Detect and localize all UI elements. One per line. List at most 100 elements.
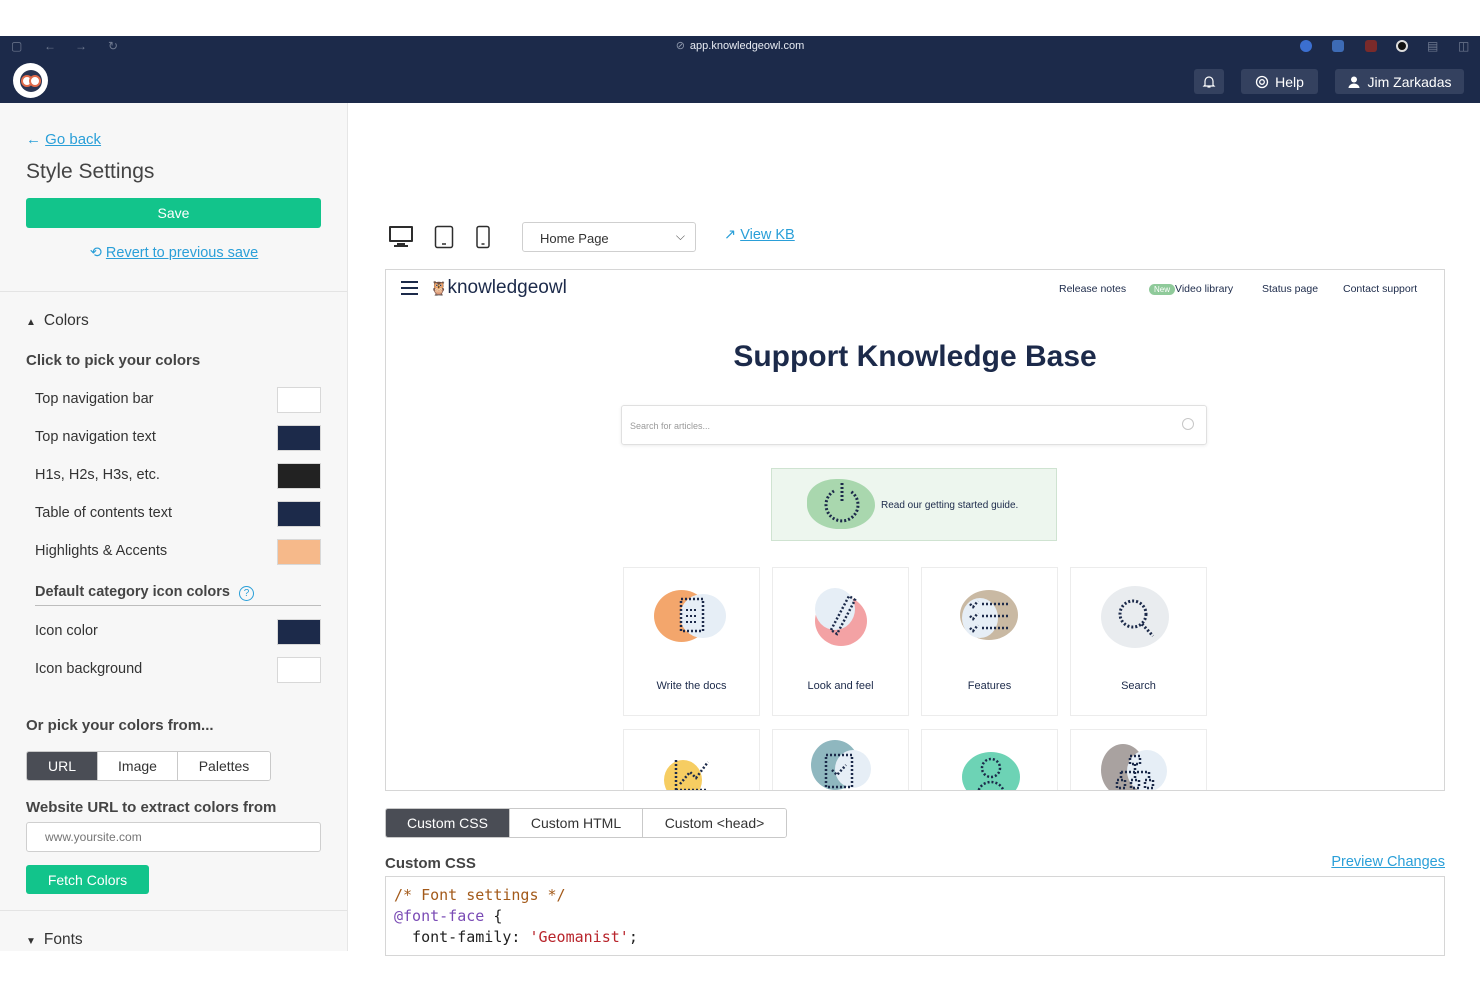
preview-changes-link[interactable]: Preview Changes xyxy=(1331,854,1445,870)
revert-link[interactable]: ⟲ Revert to previous save xyxy=(0,245,347,261)
tablet-icon[interactable] xyxy=(434,225,454,249)
color-row-top-nav-bar: Top navigation bar xyxy=(35,387,321,413)
chevron-down-icon: ⌵ xyxy=(675,229,685,243)
owl-logo-icon: 🦉 xyxy=(430,280,448,296)
external-link-icon: ↗ xyxy=(724,227,741,243)
url-label: Website URL to extract colors from xyxy=(26,799,277,816)
color-swatch[interactable] xyxy=(277,539,321,565)
tab-custom-head[interactable]: Custom <head> xyxy=(643,809,786,837)
code-token: @font-face xyxy=(394,907,485,925)
arrow-left-icon: ← xyxy=(26,131,46,148)
category-card[interactable] xyxy=(1070,729,1207,790)
color-swatch[interactable] xyxy=(277,619,321,645)
color-row-icon-background: Icon background xyxy=(35,657,321,683)
tabs-overview-icon[interactable]: ◫ xyxy=(1458,39,1469,53)
category-card[interactable] xyxy=(772,729,909,790)
tab-palettes[interactable]: Palettes xyxy=(178,752,270,780)
category-card[interactable] xyxy=(623,729,760,790)
user-menu-button[interactable]: Jim Zarkadas xyxy=(1335,69,1464,94)
color-source-tabs: URL Image Palettes xyxy=(26,751,271,781)
color-row-label: Highlights & Accents xyxy=(35,543,168,559)
category-card-look-feel[interactable]: Look and feel xyxy=(772,567,909,716)
color-swatch[interactable] xyxy=(277,425,321,451)
knowledgeowl-logo[interactable] xyxy=(13,63,48,98)
kb-nav-video-label: Video library xyxy=(1175,283,1234,295)
kb-nav-video-library[interactable]: New Video library xyxy=(1149,283,1233,295)
help-button[interactable]: Help xyxy=(1241,69,1318,94)
color-row-top-nav-text: Top navigation text xyxy=(35,425,321,451)
card-caption: Write the docs xyxy=(656,680,727,692)
code-token: ; xyxy=(628,928,638,946)
tab-custom-css[interactable]: Custom CSS xyxy=(386,809,510,837)
kb-nav-status-page[interactable]: Status page xyxy=(1262,283,1318,295)
owl-icon xyxy=(19,69,42,92)
checklist-icon xyxy=(969,600,1008,633)
view-kb-link[interactable]: ↗ View KB xyxy=(724,227,795,243)
color-swatch[interactable] xyxy=(277,387,321,413)
address-text: app.knowledgeowl.com xyxy=(689,40,805,52)
save-button[interactable]: Save xyxy=(26,198,321,228)
translate-extension-icon[interactable] xyxy=(1332,40,1344,52)
revert-label: Revert to previous save xyxy=(105,245,259,261)
kb-nav-release-notes[interactable]: Release notes xyxy=(1059,283,1126,295)
extension-icon[interactable] xyxy=(1365,40,1377,52)
page-title: Style Settings xyxy=(26,160,155,183)
record-extension-icon[interactable] xyxy=(1396,40,1408,52)
tab-custom-html[interactable]: Custom HTML xyxy=(510,809,643,837)
category-card[interactable] xyxy=(921,729,1058,790)
kb-brand[interactable]: 🦉knowledgeowl xyxy=(430,277,567,299)
pick-colors-heading: Click to pick your colors xyxy=(26,352,201,369)
getting-started-callout[interactable]: Read our getting started guide. xyxy=(771,468,1057,541)
tab-image[interactable]: Image xyxy=(98,752,178,780)
card-caption: Search xyxy=(1121,680,1156,692)
category-card-search[interactable]: Search xyxy=(1070,567,1207,716)
color-row-label: Top navigation text xyxy=(35,429,156,445)
share-icon[interactable]: ▤ xyxy=(1427,39,1438,53)
desktop-icon[interactable] xyxy=(388,225,414,249)
password-extension-icon[interactable] xyxy=(1300,40,1312,52)
color-row-label: Icon color xyxy=(35,623,98,639)
browser-toolbar: ▢ ← → ↻ ⊘ app.knowledgeowl.com ▤ ◫ xyxy=(0,36,1480,56)
address-bar[interactable]: ⊘ app.knowledgeowl.com xyxy=(0,39,1480,52)
page-select[interactable]: Home Page ⌵ xyxy=(522,222,696,252)
magnifier-icon xyxy=(1118,599,1155,638)
style-settings-sidebar: ← Go back Style Settings Save ⟲ Revert t… xyxy=(0,103,348,951)
or-pick-heading: Or pick your colors from... xyxy=(26,717,214,734)
help-label: Help xyxy=(1275,73,1304,90)
hamburger-menu-icon[interactable] xyxy=(401,281,418,295)
user-icon xyxy=(1348,76,1360,88)
notifications-button[interactable] xyxy=(1194,69,1224,94)
help-circle-icon[interactable]: ? xyxy=(239,586,255,601)
kb-preview-frame: 🦉knowledgeowl Release notes New Video lib… xyxy=(385,269,1445,791)
fonts-section-toggle[interactable]: ▼ Fonts xyxy=(26,931,83,949)
colors-section-toggle[interactable]: ▲ Colors xyxy=(26,312,89,330)
go-back-link[interactable]: ← Go back xyxy=(26,131,101,148)
go-back-label: Go back xyxy=(45,131,102,148)
preview-panel: Home Page ⌵ ↗ View KB 🦉knowledgeowl Rele… xyxy=(348,103,1480,956)
card-caption: Look and feel xyxy=(807,680,874,692)
kb-nav-contact-support[interactable]: Contact support xyxy=(1343,283,1417,295)
color-row-icon-color: Icon color xyxy=(35,619,321,645)
code-line: @font-face { xyxy=(394,906,1444,927)
view-kb-label: View KB xyxy=(740,227,795,243)
color-swatch[interactable] xyxy=(277,501,321,527)
mobile-icon[interactable] xyxy=(475,225,491,249)
color-swatch[interactable] xyxy=(277,657,321,683)
fetch-colors-button[interactable]: Fetch Colors xyxy=(26,865,149,894)
css-code-editor[interactable]: /* Font settings */ @font-face { font-fa… xyxy=(385,876,1445,956)
document-icon xyxy=(679,597,705,633)
color-swatch[interactable] xyxy=(277,463,321,489)
color-row-label: Top navigation bar xyxy=(35,391,154,407)
new-badge: New xyxy=(1149,284,1176,295)
category-card-write-docs[interactable]: Write the docs xyxy=(623,567,760,716)
guide-text: Read our getting started guide. xyxy=(881,500,1019,511)
category-heading-label: Default category icon colors xyxy=(35,584,230,600)
category-card-features[interactable]: Features xyxy=(921,567,1058,716)
card-caption: Features xyxy=(967,680,1012,692)
tab-url[interactable]: URL xyxy=(27,752,98,780)
app-header: Help Jim Zarkadas xyxy=(0,56,1480,103)
website-url-input[interactable] xyxy=(26,822,321,852)
color-row-label: H1s, H2s, H3s, etc. xyxy=(35,467,160,483)
caret-down-icon: ▼ xyxy=(26,936,36,947)
kb-search-input[interactable]: Search for articles... xyxy=(621,405,1207,445)
